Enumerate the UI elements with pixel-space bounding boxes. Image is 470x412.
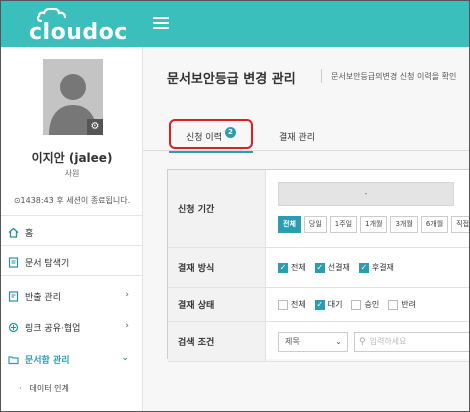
avatar: ⚙: [43, 59, 103, 135]
page-title: 문서보안등급 변경 관리: [167, 72, 296, 87]
tab-request-history[interactable]: 신청 이력 2: [169, 119, 253, 153]
divider: [1, 275, 143, 276]
search-condition-row: 검색 조건 제목 ⌄ ⚲ 입력하세요: [168, 322, 469, 362]
link-share-icon: [7, 321, 19, 333]
divider: [1, 245, 143, 246]
tab-label: 결재 관리: [279, 132, 315, 143]
checkbox-label: 전체: [291, 300, 306, 309]
search-placeholder: 입력하세요: [369, 337, 407, 346]
sidebar-item-label: 링크 공유·협업: [25, 323, 81, 334]
period-3month-button[interactable]: 3개월: [390, 216, 418, 233]
hamburger-menu-icon[interactable]: [153, 17, 169, 31]
title-separator: [321, 69, 322, 83]
period-row: 신청 기간 - 전체 당일 1주일 1개월 3개월 6개월 직접입력: [168, 170, 469, 248]
search-condition-label: 검색 조건: [168, 322, 266, 361]
period-custom-button[interactable]: 직접입력: [451, 216, 469, 233]
sidebar-item-label: 문서 탐색기: [25, 258, 70, 269]
checkbox-checked-icon: ✓: [278, 262, 288, 273]
avatar-settings-gear-icon[interactable]: ⚙: [87, 119, 103, 135]
checkbox-unchecked-icon: [351, 299, 362, 310]
sidebar-item-link-share[interactable]: 링크 공유·협업 ›: [1, 314, 143, 340]
app-window: cloudoc ⚙ 이지안 (jalee) 사원 ⊙1438:43 후 세션이 …: [0, 0, 470, 412]
tab-bar: 신청 이력 2 결재 관리: [143, 117, 469, 153]
tab-approval-management[interactable]: 결재 관리: [279, 123, 315, 149]
checkbox-label: 후결재: [371, 263, 394, 272]
document-icon: [7, 256, 19, 268]
period-today-button[interactable]: 당일: [303, 216, 327, 233]
checkbox-label: 전체: [291, 263, 306, 272]
approval-status-row: 결재 상태 전체 ✓ 대기 승인 반려: [168, 288, 469, 322]
user-role: 사원: [64, 169, 80, 178]
period-1month-button[interactable]: 1개월: [360, 216, 388, 233]
sidebar-item-label: 홈: [25, 228, 34, 239]
sidebar-item-label: 문서함 관리: [25, 355, 70, 366]
approval-status-label: 결재 상태: [168, 288, 266, 321]
sidebar-item-label: 반출 관리: [25, 292, 61, 303]
method-pre-approval-checkbox[interactable]: ✓ 선결재: [314, 262, 350, 273]
sidebar-subitem-data-handover[interactable]: 데이터 인계: [19, 383, 69, 394]
chevron-right-icon: ›: [125, 290, 129, 300]
checkbox-checked-icon: ✓: [314, 299, 325, 310]
export-icon: [7, 290, 19, 302]
period-6month-button[interactable]: 6개월: [420, 216, 449, 233]
approval-method-row: 결재 방식 ✓ 전체 ✓ 선결재 ✓ 후결재: [168, 248, 469, 288]
search-field-select[interactable]: 제목 ⌄: [278, 332, 348, 352]
method-all-checkbox[interactable]: ✓ 전체: [278, 262, 306, 273]
status-all-checkbox[interactable]: 전체: [278, 299, 306, 310]
divider: [1, 215, 143, 216]
approval-status-checkboxes: 전체 ✓ 대기 승인 반려: [278, 288, 425, 321]
status-pending-checkbox[interactable]: ✓ 대기: [314, 299, 343, 310]
folder-icon: [7, 353, 19, 365]
search-icon: ⚲: [359, 337, 366, 347]
checkbox-unchecked-icon: [278, 299, 288, 310]
date-range-input[interactable]: -: [278, 182, 454, 206]
tab-highlight-box: [169, 119, 253, 149]
user-name: 이지안 (jalee): [31, 151, 113, 165]
sidebar-item-home[interactable]: 홈: [1, 219, 143, 245]
search-filter-form: 신청 기간 - 전체 당일 1주일 1개월 3개월 6개월 직접입력 결: [167, 169, 469, 362]
checkbox-checked-icon: ✓: [314, 262, 325, 273]
top-header: cloudoc: [1, 1, 469, 47]
status-approved-checkbox[interactable]: 승인: [351, 299, 379, 310]
approval-method-checkboxes: ✓ 전체 ✓ 선결재 ✓ 후결재: [278, 248, 403, 287]
checkbox-unchecked-icon: [388, 299, 399, 310]
chevron-right-icon: ›: [125, 321, 129, 331]
cloudoc-logo[interactable]: cloudoc: [29, 8, 127, 45]
tab-count-badge: 2: [224, 126, 236, 138]
checkbox-checked-icon: ✓: [358, 262, 369, 273]
status-rejected-checkbox[interactable]: 반려: [388, 299, 416, 310]
checkbox-label: 선결재: [327, 263, 350, 272]
active-tab-underline: [169, 151, 253, 153]
method-post-approval-checkbox[interactable]: ✓ 후결재: [358, 262, 394, 273]
sidebar-item-folder-management[interactable]: 문서함 관리 ⌄: [1, 346, 143, 372]
checkbox-label: 반려: [401, 300, 416, 309]
period-1week-button[interactable]: 1주일: [329, 216, 358, 233]
checkbox-label: 대기: [327, 300, 343, 309]
approval-method-label: 결재 방식: [168, 248, 266, 287]
page-description: 문서보안등급의변경 신청 이력을 확인: [331, 72, 457, 81]
home-icon: [7, 226, 19, 238]
period-label: 신청 기간: [168, 170, 266, 247]
sidebar: ⚙ 이지안 (jalee) 사원 ⊙1438:43 후 세션이 종료됩니다. 홈…: [1, 47, 143, 411]
sidebar-item-export-management[interactable]: 반출 관리 ›: [1, 283, 143, 309]
logo-wordmark: cloudoc: [29, 20, 128, 45]
title-bar: 문서보안등급 변경 관리 문서보안등급의변경 신청 이력을 확인: [143, 47, 469, 97]
period-button-group: 전체 당일 1주일 1개월 3개월 6개월 직접입력: [278, 216, 469, 233]
checkbox-label: 승인: [364, 300, 380, 309]
main-content: 문서보안등급 변경 관리 문서보안등급의변경 신청 이력을 확인 신청 이력 2…: [143, 47, 469, 411]
chevron-down-icon: ⌄: [335, 337, 342, 346]
select-value: 제목: [285, 337, 300, 346]
search-input[interactable]: ⚲ 입력하세요: [354, 332, 469, 352]
chevron-down-icon: ⌄: [121, 353, 129, 363]
sidebar-item-document-explorer[interactable]: 문서 탐색기: [1, 249, 143, 275]
period-all-button[interactable]: 전체: [278, 216, 301, 233]
session-timer: ⊙1438:43 후 세션이 종료됩니다.: [13, 196, 131, 205]
